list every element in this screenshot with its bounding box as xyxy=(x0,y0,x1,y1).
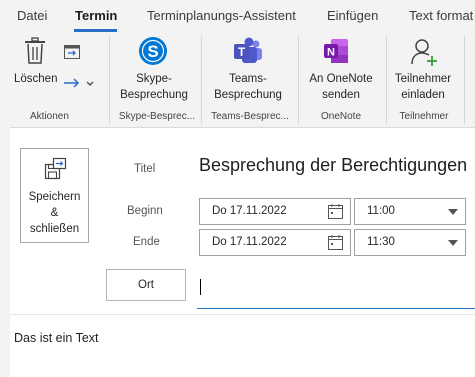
ribbon: Löschen Aktionen S Skype- Besprechung Sk… xyxy=(0,33,475,128)
text-caret xyxy=(200,279,201,295)
group-label-teams: Teams-Besprec... xyxy=(211,111,289,122)
group-separator xyxy=(201,36,202,124)
group-separator xyxy=(386,36,387,124)
left-panel-edge xyxy=(0,127,10,377)
onenote-icon: N xyxy=(324,39,348,63)
trash-icon xyxy=(25,37,45,64)
start-date-value: Do 17.11.2022 xyxy=(212,205,287,217)
start-label: Beginn xyxy=(127,205,163,217)
location-input[interactable] xyxy=(197,270,475,309)
calendar-forward-icon[interactable] xyxy=(64,43,80,59)
onenote-label-1: An OneNote xyxy=(309,73,373,85)
svg-text:N: N xyxy=(327,47,335,59)
title-label: Titel xyxy=(134,163,156,175)
end-date-value: Do 17.11.2022 xyxy=(212,236,287,248)
onenote-label-2: senden xyxy=(322,89,360,101)
menu-bar: Datei Termin Terminplanungs-Assistent Ei… xyxy=(0,0,475,33)
location-button[interactable]: Ort xyxy=(106,269,186,301)
start-date-picker[interactable]: Do 17.11.2022 xyxy=(199,198,351,225)
dropdown-arrow-icon xyxy=(448,209,458,215)
group-label-attendees: Teilnehmer xyxy=(399,111,449,122)
svg-text:T: T xyxy=(238,45,246,59)
svg-text:S: S xyxy=(147,42,158,61)
forward-arrow-icon[interactable] xyxy=(63,77,81,89)
save-and-close-label: Speichern & schließen xyxy=(21,189,88,237)
calendar-icon[interactable] xyxy=(328,204,343,219)
save-and-close-button[interactable]: Speichern & schließen xyxy=(20,148,89,243)
save-label-line1: Speichern xyxy=(28,191,81,203)
delete-label: Löschen xyxy=(14,73,58,85)
group-label-actions: Aktionen xyxy=(30,111,69,122)
message-body[interactable]: Das ist ein Text xyxy=(14,331,99,345)
title-input[interactable]: Besprechung der Berechtigungen xyxy=(199,155,467,176)
add-person-icon xyxy=(411,39,437,66)
group-separator xyxy=(464,36,465,124)
active-tab-indicator xyxy=(74,29,117,32)
invite-label-1: Teilnehmer xyxy=(394,73,452,85)
save-icon xyxy=(44,157,67,180)
skype-label-1: Skype- xyxy=(136,73,172,85)
skype-icon: S xyxy=(139,37,167,65)
group-separator xyxy=(109,36,110,124)
teams-label-1: Teams- xyxy=(229,73,267,85)
end-time-value: 11:30 xyxy=(367,236,395,248)
group-label-skype: Skype-Besprec... xyxy=(118,111,196,122)
tab-text-format[interactable]: Text format xyxy=(409,8,473,23)
teams-label-2: Besprechung xyxy=(214,89,282,101)
dropdown-arrow-icon xyxy=(448,240,458,246)
chevron-down-icon[interactable] xyxy=(86,81,94,87)
end-date-picker[interactable]: Do 17.11.2022 xyxy=(199,229,351,256)
tab-einfuegen[interactable]: Einfügen xyxy=(327,8,378,23)
start-time-dropdown[interactable]: 11:00 xyxy=(354,198,466,225)
tab-terminplanungs-assistent[interactable]: Terminplanungs-Assistent xyxy=(147,8,296,23)
group-separator xyxy=(298,36,299,124)
start-time-value: 11:00 xyxy=(367,205,395,217)
save-label-line3: schließen xyxy=(29,223,80,235)
skype-label-2: Besprechung xyxy=(120,89,188,101)
invite-label-2: einladen xyxy=(401,89,445,101)
end-label: Ende xyxy=(133,236,160,248)
group-label-onenote: OneNote xyxy=(320,111,362,122)
calendar-icon[interactable] xyxy=(328,235,343,250)
teams-icon: T xyxy=(234,37,262,63)
body-divider xyxy=(10,314,475,315)
tab-termin[interactable]: Termin xyxy=(75,8,117,23)
tab-datei[interactable]: Datei xyxy=(17,8,47,23)
end-time-dropdown[interactable]: 11:30 xyxy=(354,229,466,256)
save-label-line2: & xyxy=(50,207,59,219)
